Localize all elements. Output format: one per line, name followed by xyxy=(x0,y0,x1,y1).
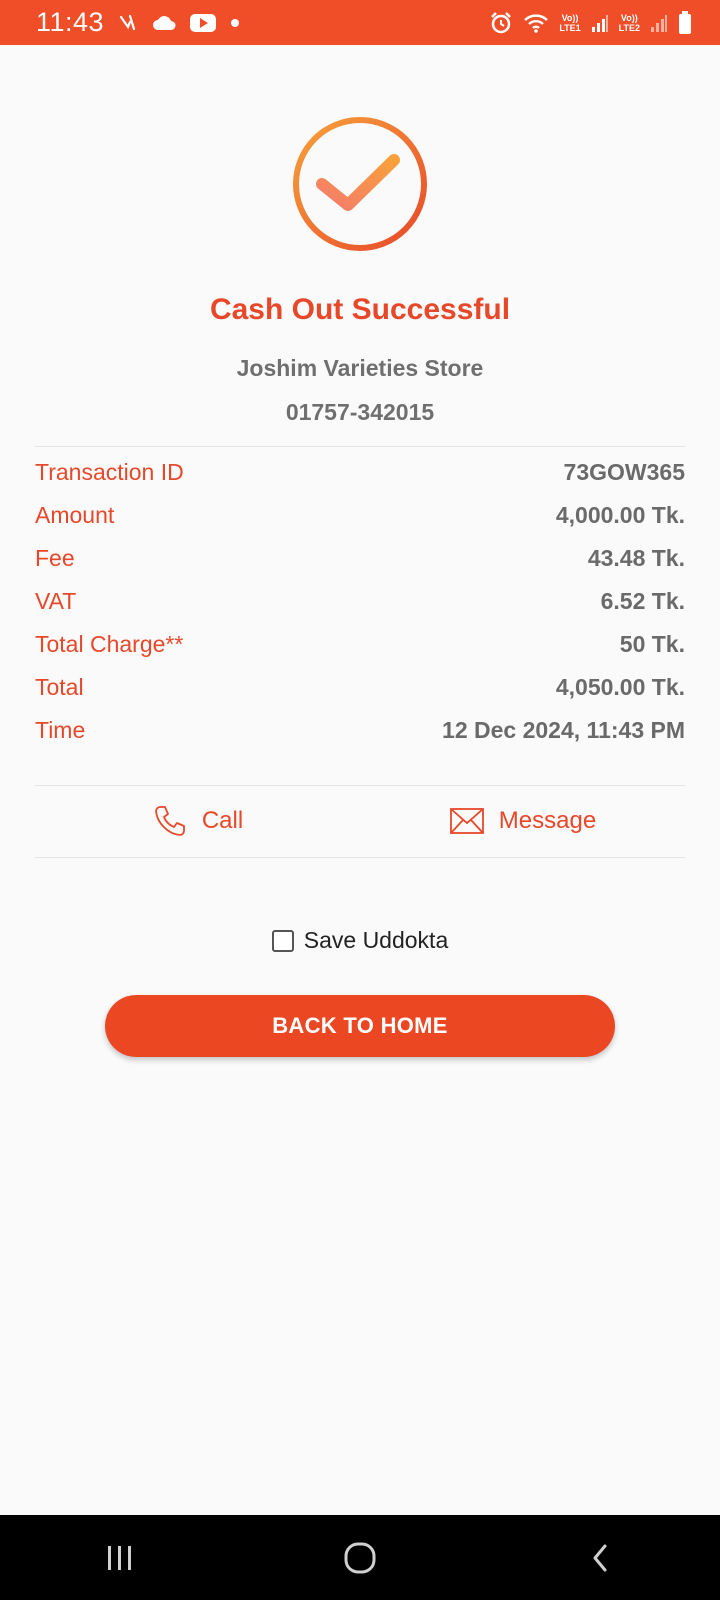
status-left: 11:43 xyxy=(36,7,240,38)
sim2-lte-indicator: Vo)) LTE2 xyxy=(619,13,640,33)
save-uddokta-label: Save Uddokta xyxy=(303,927,449,953)
sim2-lte-label: LTE2 xyxy=(618,22,640,33)
navigation-bar xyxy=(0,1515,720,1600)
signal-sim2-icon xyxy=(650,13,668,33)
status-time: 11:43 xyxy=(36,7,105,37)
save-uddokta-toggle[interactable]: Save Uddokta xyxy=(0,927,720,954)
phone-icon xyxy=(152,803,188,839)
wifi-icon xyxy=(523,12,549,34)
status-bar: 11:43 Vo)) LTE1 Vo)) LTE2 xyxy=(0,0,720,45)
status-right: Vo)) LTE1 Vo)) LTE2 xyxy=(489,10,692,35)
detail-label: Total Charge** xyxy=(35,631,184,657)
detail-label: Amount xyxy=(35,502,115,528)
detail-value: 43.48 Tk. xyxy=(587,545,685,571)
signal-sim1-icon xyxy=(591,13,609,33)
detail-label: Fee xyxy=(35,545,75,571)
detail-row-vat: VAT 6.52 Tk. xyxy=(35,580,685,623)
back-arrow-icon xyxy=(593,1544,607,1571)
message-button[interactable]: Message xyxy=(360,807,685,835)
call-button[interactable]: Call xyxy=(35,803,360,839)
main-content: Cash Out Successful Joshim Varieties Sto… xyxy=(0,45,720,1515)
detail-row-total-charge: Total Charge** 50 Tk. xyxy=(35,623,685,666)
back-nav-button[interactable] xyxy=(560,1528,640,1588)
detail-value: 6.52 Tk. xyxy=(600,588,685,614)
battery-icon xyxy=(678,10,692,35)
notification-dot-icon xyxy=(230,18,240,28)
sim1-lte-indicator: Vo)) LTE1 xyxy=(559,13,580,33)
cloud-icon xyxy=(152,14,176,32)
home-nav-button[interactable] xyxy=(320,1528,400,1588)
recent-apps-icon xyxy=(108,1545,131,1570)
detail-label: Total xyxy=(35,674,84,700)
detail-value: 73GOW365 xyxy=(563,459,685,485)
detail-row-amount: Amount 4,000.00 Tk. xyxy=(35,494,685,537)
missed-call-icon xyxy=(118,13,138,33)
sim2-volte-label: Vo)) xyxy=(620,12,638,23)
divider xyxy=(35,857,685,858)
merchant-number: 01757-342015 xyxy=(285,399,435,425)
home-icon xyxy=(344,1542,376,1573)
alarm-icon xyxy=(489,11,513,35)
envelope-icon xyxy=(449,807,485,835)
detail-value: 12 Dec 2024, 11:43 PM xyxy=(442,717,685,743)
back-to-home-button[interactable]: BACK TO HOME xyxy=(105,995,615,1057)
message-label: Message xyxy=(498,807,597,834)
divider xyxy=(35,446,685,447)
sim1-volte-label: Vo)) xyxy=(561,12,579,23)
transaction-details: Transaction ID 73GOW365 Amount 4,000.00 … xyxy=(35,451,685,752)
contact-actions: Call Message xyxy=(35,786,685,856)
success-check-icon xyxy=(291,115,429,253)
detail-label: Time xyxy=(35,717,86,743)
detail-row-fee: Fee 43.48 Tk. xyxy=(35,537,685,580)
detail-row-transaction-id: Transaction ID 73GOW365 xyxy=(35,451,685,494)
merchant-name: Joshim Varieties Store xyxy=(236,355,484,381)
save-uddokta-checkbox[interactable] xyxy=(271,929,294,952)
detail-label: VAT xyxy=(35,588,77,614)
detail-value: 4,000.00 Tk. xyxy=(555,502,685,528)
call-label: Call xyxy=(201,807,244,834)
page-title: Cash Out Successful xyxy=(209,293,511,326)
detail-row-total: Total 4,050.00 Tk. xyxy=(35,666,685,709)
sim1-lte-label: LTE1 xyxy=(559,22,581,33)
youtube-icon xyxy=(190,13,217,33)
detail-value: 50 Tk. xyxy=(619,631,685,657)
recent-apps-button[interactable] xyxy=(80,1528,160,1588)
detail-label: Transaction ID xyxy=(35,459,184,485)
detail-value: 4,050.00 Tk. xyxy=(555,674,685,700)
detail-row-time: Time 12 Dec 2024, 11:43 PM xyxy=(35,709,685,752)
